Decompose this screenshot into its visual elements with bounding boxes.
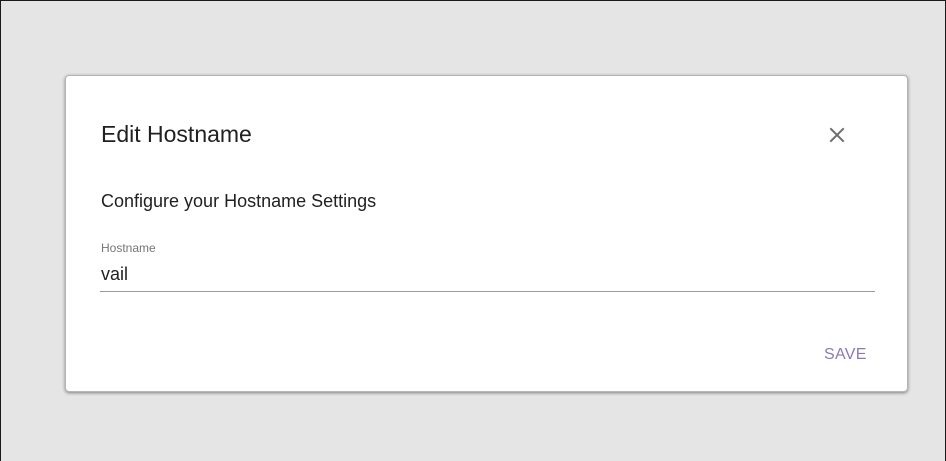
edit-hostname-dialog: Edit Hostname Configure your Hostname Se… — [65, 75, 908, 392]
close-button[interactable] — [824, 122, 850, 148]
save-button[interactable]: SAVE — [816, 342, 875, 368]
hostname-field: Hostname — [100, 241, 875, 292]
dialog-title: Edit Hostname — [101, 121, 252, 147]
hostname-label: Hostname — [101, 241, 156, 255]
hostname-input[interactable] — [100, 263, 875, 292]
modal-backdrop: Edit Hostname Configure your Hostname Se… — [0, 0, 946, 461]
close-icon — [824, 122, 850, 148]
dialog-subtitle: Configure your Hostname Settings — [101, 191, 377, 211]
